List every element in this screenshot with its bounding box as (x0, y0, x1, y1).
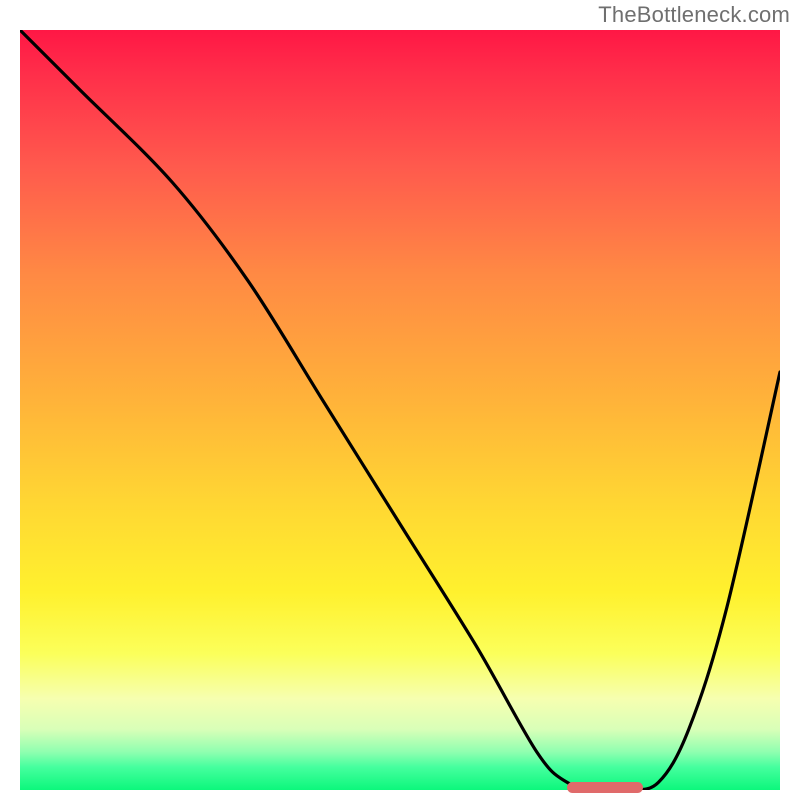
valley-marker (567, 782, 643, 793)
watermark-text: TheBottleneck.com (598, 2, 790, 28)
plot-area (20, 30, 780, 790)
curve-line (20, 30, 780, 790)
chart-container: TheBottleneck.com (0, 0, 800, 800)
curve-svg (20, 30, 780, 790)
